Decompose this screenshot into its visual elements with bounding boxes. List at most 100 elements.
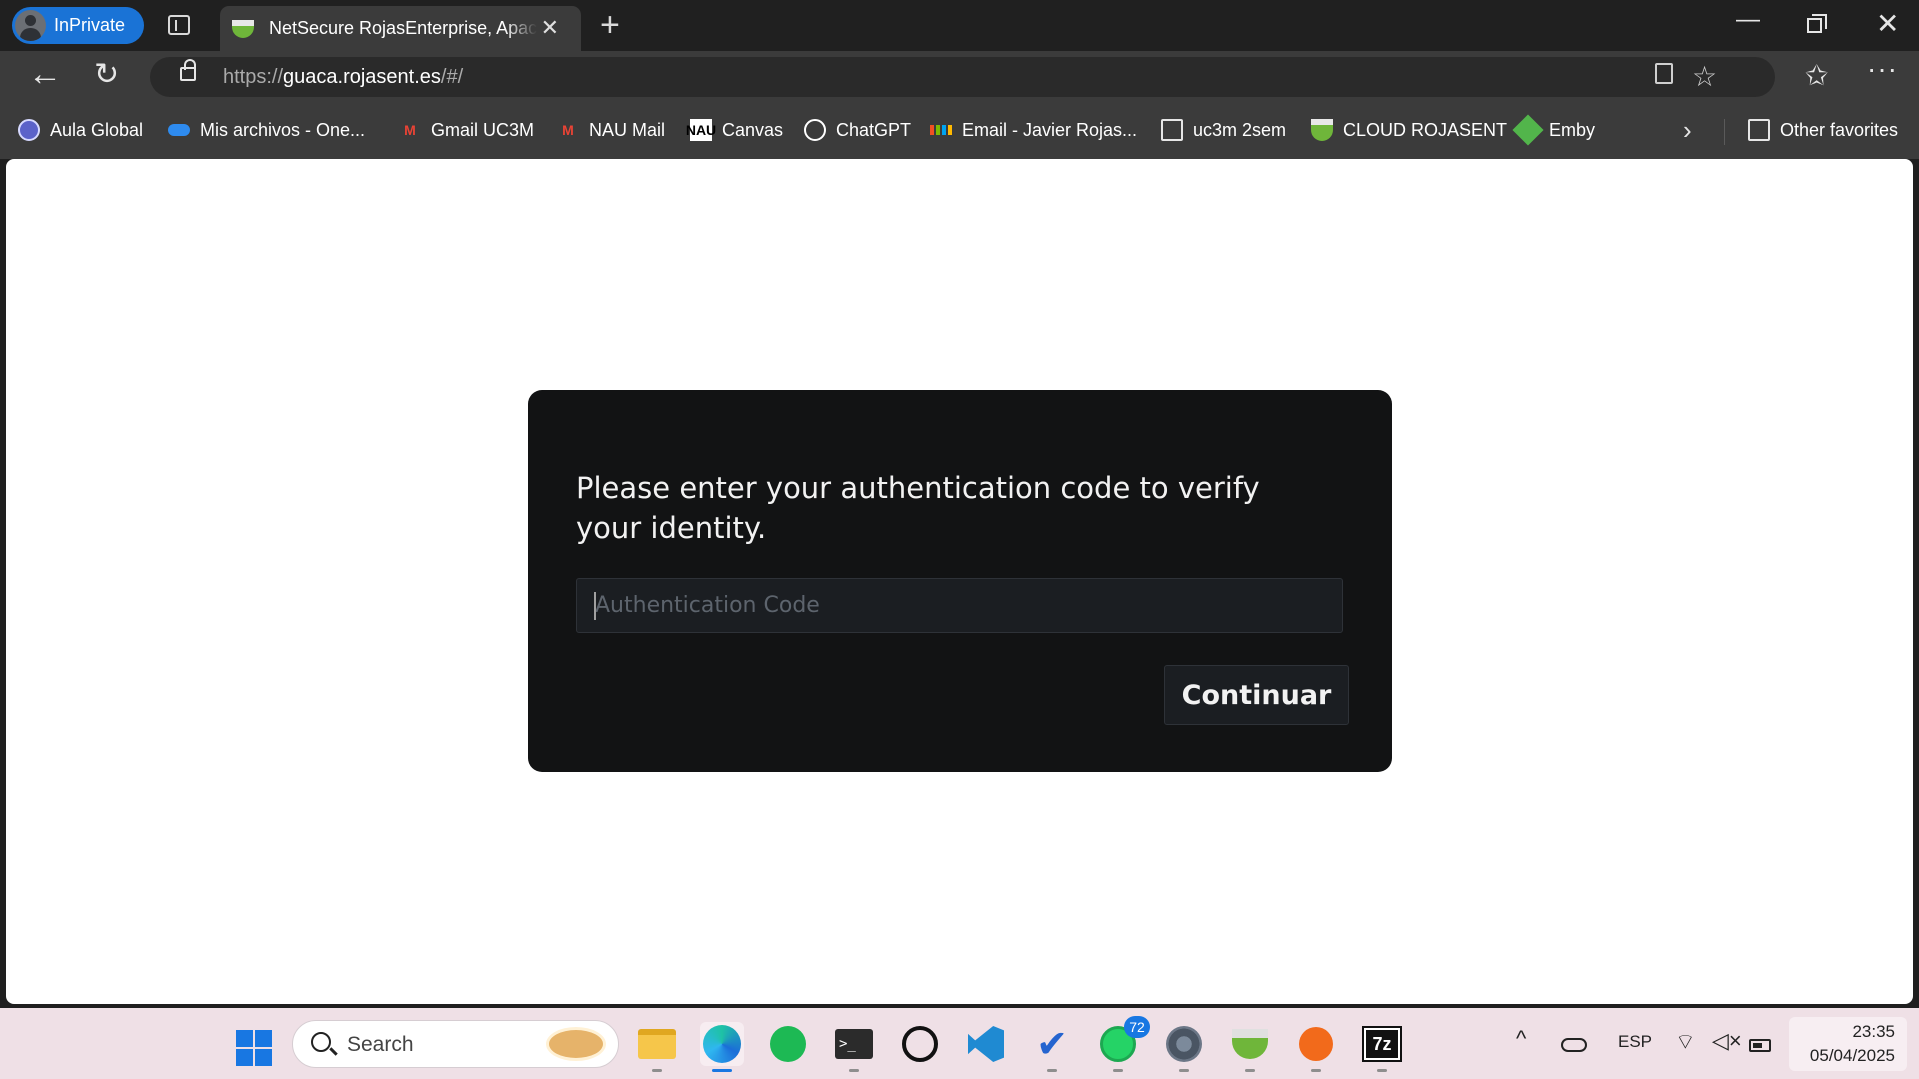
favorite-star-icon[interactable]: ☆ <box>1692 60 1717 93</box>
spotify-app[interactable] <box>766 1022 810 1066</box>
bookmark-label: Aula Global <box>50 119 144 140</box>
chatgpt-icon <box>804 119 826 141</box>
bookmark-other-favorites[interactable]: Other favorites <box>1748 119 1898 141</box>
running-indicator <box>652 1069 662 1072</box>
file-explorer-app[interactable] <box>635 1022 679 1072</box>
search-label: Search <box>347 1033 414 1056</box>
bookmark-label: ChatGPT <box>836 119 912 140</box>
back-arrow-icon[interactable]: ← <box>28 55 62 94</box>
terminal-app[interactable]: >_ <box>832 1022 876 1072</box>
window-minimize-icon[interactable]: — <box>1736 6 1760 34</box>
url-text[interactable]: https://guaca.rojasent.es/#/ <box>223 66 463 89</box>
bookmark-email[interactable]: Email - Javier Rojas... <box>930 119 1137 141</box>
page-viewport: Please enter your authentication code to… <box>6 159 1913 1004</box>
edge-icon <box>703 1025 741 1063</box>
tab-actions-icon[interactable] <box>168 15 190 35</box>
wifi-icon[interactable]: ⌔ <box>1675 1028 1696 1056</box>
bookmark-onedrive[interactable]: Mis archivos - One... <box>168 119 365 141</box>
lock-icon[interactable] <box>180 59 196 81</box>
clock-time: 23:35 <box>1852 1022 1895 1041</box>
gmail-icon: M <box>562 122 574 138</box>
bookmark-label: Emby <box>1549 119 1596 140</box>
todo-app[interactable]: ✔ <box>1030 1022 1074 1072</box>
bookmark-label: Other favorites <box>1780 119 1899 140</box>
onedrive-tray-icon[interactable] <box>1561 1038 1587 1052</box>
windows-taskbar: Search >_ ✔ 72 7z ^ ESP ⌔ ◁× 23:35 05/04… <box>0 1008 1919 1079</box>
chevron-right-icon[interactable]: › <box>1683 115 1692 146</box>
clock[interactable]: 23:35 05/04/2025 <box>1789 1017 1907 1071</box>
bookmarks-bar: Aula Global Mis archivos - One... M Gmai… <box>0 103 1919 159</box>
reload-icon[interactable]: ↻ <box>94 57 119 92</box>
vscode-app[interactable] <box>964 1022 1008 1066</box>
whatsapp-app[interactable]: 72 <box>1096 1016 1150 1072</box>
vpn-app[interactable] <box>1294 1022 1338 1072</box>
running-indicator <box>1245 1069 1255 1072</box>
guacamole-favicon-icon <box>232 19 254 38</box>
rojasent-app[interactable] <box>1228 1022 1272 1072</box>
bookmark-label: Email - Javier Rojas... <box>962 119 1138 140</box>
edge-app[interactable] <box>700 1022 744 1072</box>
auth-prompt: Please enter your authentication code to… <box>576 471 1260 545</box>
window-restore-icon[interactable] <box>1807 14 1827 33</box>
new-tab-icon[interactable]: + <box>600 6 620 44</box>
folder-icon <box>1161 119 1183 141</box>
language-indicator[interactable]: ESP <box>1618 1032 1652 1052</box>
authentication-code-input[interactable] <box>576 578 1343 633</box>
window-close-icon[interactable]: ✕ <box>1876 7 1899 40</box>
folder-icon <box>1748 119 1770 141</box>
bookmark-chatgpt[interactable]: ChatGPT <box>804 119 911 141</box>
bookmark-cloud-rojasent[interactable]: CLOUD ROJASENT <box>1311 119 1507 141</box>
terminal-icon: >_ <box>835 1029 873 1059</box>
chatgpt-app[interactable] <box>898 1022 942 1066</box>
bookmarks-divider <box>1724 119 1725 145</box>
running-indicator <box>1047 1069 1057 1072</box>
tab-close-icon[interactable]: ✕ <box>541 15 559 41</box>
running-indicator <box>1113 1069 1123 1072</box>
bookmark-folder-uc3m[interactable]: uc3m 2sem <box>1161 119 1286 141</box>
settings-app[interactable] <box>1162 1022 1206 1072</box>
bookmark-label: NAU Mail <box>589 119 666 140</box>
bookmark-label: Gmail UC3M <box>431 119 535 140</box>
bookmark-canvas[interactable]: NAU Canvas <box>686 119 784 141</box>
clock-date: 05/04/2025 <box>1809 1046 1895 1065</box>
aula-global-icon <box>18 119 40 141</box>
gear-icon <box>1166 1026 1202 1062</box>
browser-tab-active[interactable]: NetSecure RojasEnterprise, Apache Guacam… <box>220 6 581 51</box>
notification-badge: 72 <box>1124 1016 1150 1038</box>
battery-icon[interactable] <box>1749 1039 1771 1052</box>
continue-button[interactable]: Continuar <box>1164 665 1349 725</box>
address-bar[interactable]: https://guaca.rojasent.es/#/ ☆ <box>150 57 1775 97</box>
taskbar-search-box[interactable]: Search <box>292 1020 619 1068</box>
browser-title-bar: InPrivate NetSecure RojasEnterprise, Apa… <box>0 0 1919 51</box>
tab-title: NetSecure RojasEnterprise, Apache Guacam… <box>269 18 537 38</box>
running-indicator <box>1179 1069 1189 1072</box>
bookmark-emby[interactable]: Emby <box>1512 114 1596 146</box>
search-icon <box>311 1032 331 1052</box>
chatgpt-icon <box>902 1026 938 1062</box>
search-highlight-image <box>546 1027 606 1061</box>
rojasent-icon <box>1232 1029 1268 1059</box>
bookmark-aula-global[interactable]: Aula Global <box>18 119 143 141</box>
inprivate-profile-button[interactable]: InPrivate <box>12 7 144 44</box>
bookmark-nau-mail[interactable]: M NAU Mail <box>557 119 665 141</box>
windows-start-icon[interactable] <box>236 1030 272 1066</box>
bookmark-gmail-uc3m[interactable]: M Gmail UC3M <box>399 119 534 141</box>
7zip-app[interactable]: 7z <box>1360 1022 1404 1072</box>
chevron-up-icon[interactable]: ^ <box>1516 1026 1526 1052</box>
browser-toolbar: ← ↻ https://guaca.rojasent.es/#/ ☆ ✩ ··· <box>0 51 1919 103</box>
vscode-icon <box>968 1026 1004 1062</box>
bookmark-label: Mis archivos - One... <box>200 119 366 140</box>
app-available-icon[interactable] <box>1655 63 1673 84</box>
inprivate-label: InPrivate <box>54 15 126 35</box>
favorites-list-icon[interactable]: ✩ <box>1805 59 1828 92</box>
profile-avatar-icon <box>15 10 46 41</box>
speaker-muted-icon[interactable]: ◁× <box>1712 1028 1742 1054</box>
bookmark-label: Canvas <box>722 119 784 140</box>
file-explorer-icon <box>638 1029 676 1059</box>
microsoft-icon <box>930 119 952 141</box>
more-options-icon[interactable]: ··· <box>1867 53 1898 85</box>
running-indicator <box>712 1069 732 1072</box>
text-caret <box>594 592 596 620</box>
checkmark-icon: ✔ <box>1036 1023 1068 1066</box>
bookmark-label: uc3m 2sem <box>1193 119 1287 140</box>
